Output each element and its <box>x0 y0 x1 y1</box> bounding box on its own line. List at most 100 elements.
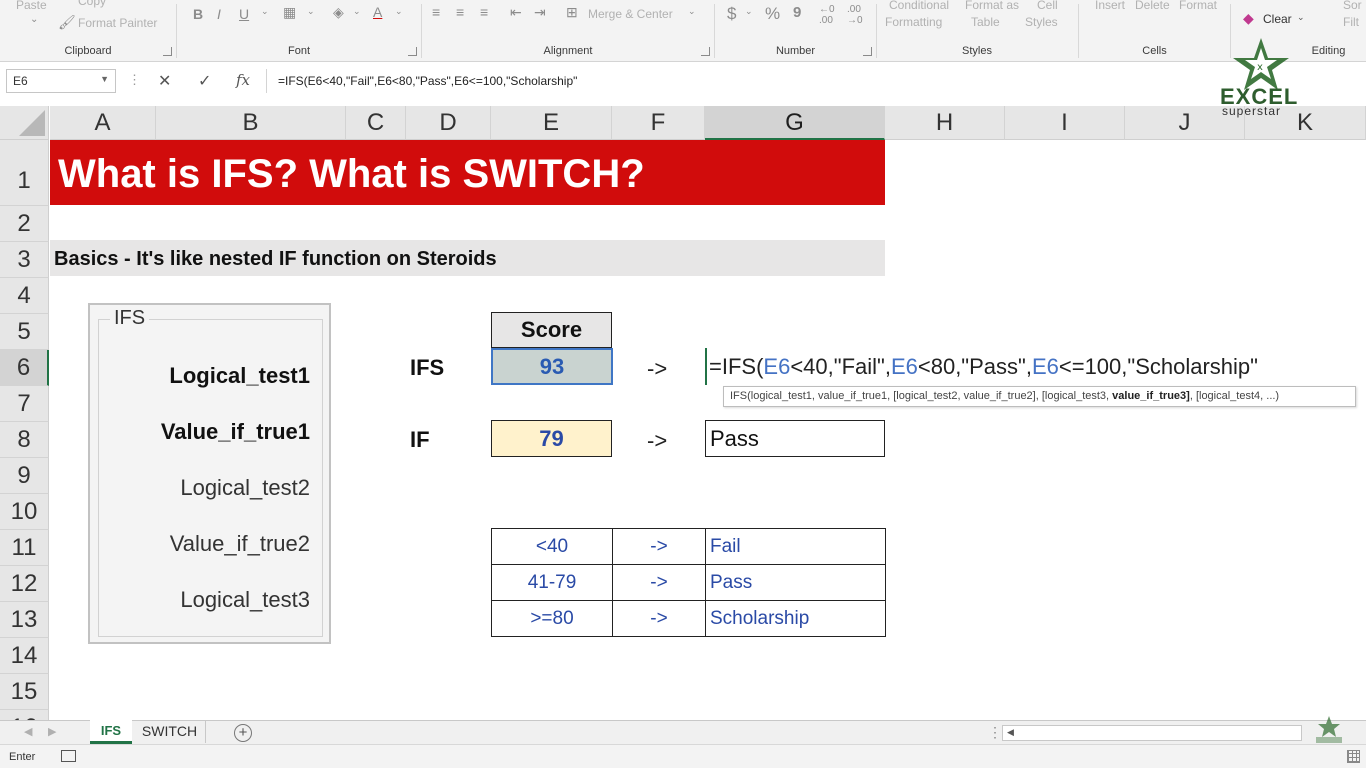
fill-color-icon[interactable]: ◈ <box>333 4 344 21</box>
row-header-13[interactable]: 13 <box>0 602 49 638</box>
clear-dropdown-icon[interactable]: ⌄ <box>1297 12 1305 23</box>
formula-input[interactable]: =IFS(E6<40,"Fail",E6<80,"Pass",E6<=100,"… <box>278 74 577 88</box>
more-options-icon[interactable]: ⋮ <box>128 72 141 88</box>
normal-view-icon[interactable] <box>1347 750 1360 763</box>
currency-dropdown-icon[interactable]: ⌄ <box>745 6 753 17</box>
align-left-icon[interactable]: ≡ <box>432 4 440 20</box>
macro-record-icon[interactable] <box>61 750 76 762</box>
align-right-icon[interactable]: ≡ <box>480 4 488 20</box>
cell-formula-text[interactable]: =IFS(E6<40,"Fail",E6<80,"Pass",E6<=100,"… <box>709 354 1258 380</box>
column-header-c[interactable]: C <box>346 106 406 140</box>
font-color-dropdown-icon[interactable]: ⌄ <box>395 6 403 17</box>
percent-button[interactable]: % <box>765 4 780 24</box>
increase-indent-icon[interactable]: ⇥ <box>534 4 546 21</box>
cancel-icon[interactable]: ✕ <box>158 71 171 91</box>
worksheet-grid[interactable]: A B C D E F G H I J K 1 2 3 4 5 6 7 8 9 … <box>0 106 1366 720</box>
rule-result[interactable]: Fail <box>705 528 886 565</box>
name-box[interactable]: E6 ▼ <box>6 69 116 93</box>
row-header-11[interactable]: 11 <box>0 530 49 566</box>
column-header-a[interactable]: A <box>50 106 156 140</box>
delete-button[interactable]: Delete <box>1135 0 1170 12</box>
row-header-3[interactable]: 3 <box>0 242 49 278</box>
scrollbar-thumb[interactable] <box>1021 728 1299 738</box>
row-header-6[interactable]: 6 <box>0 350 49 386</box>
cell-text: Cell <box>1037 0 1058 12</box>
row-header-1[interactable]: 1 <box>0 140 49 206</box>
tab-ifs[interactable]: IFS <box>90 720 132 744</box>
format-painter-button[interactable]: Format Painter <box>78 16 157 30</box>
row-header-9[interactable]: 9 <box>0 458 49 494</box>
clipboard-launcher-icon[interactable] <box>163 47 172 56</box>
add-sheet-icon[interactable]: + <box>234 724 252 742</box>
column-header-e[interactable]: E <box>491 106 612 140</box>
enter-icon[interactable]: ✓ <box>198 71 211 91</box>
copy-button[interactable]: Copy <box>78 0 106 8</box>
select-all-button[interactable] <box>0 106 49 140</box>
rule-result[interactable]: Pass <box>705 564 886 601</box>
fill-dropdown-icon[interactable]: ⌄ <box>353 6 361 17</box>
insert-function-icon[interactable]: fx <box>236 71 250 89</box>
font-color-icon[interactable]: A <box>373 4 382 20</box>
column-header-g[interactable]: G <box>705 106 885 140</box>
align-center-icon[interactable]: ≡ <box>456 4 464 20</box>
scroll-tabs-right-icon[interactable]: ▶ <box>48 725 56 738</box>
scroll-tabs-left-icon[interactable]: ◀ <box>24 725 32 738</box>
number-launcher-icon[interactable] <box>863 47 872 56</box>
decrease-indent-icon[interactable]: ⇤ <box>510 4 522 21</box>
row-header-5[interactable]: 5 <box>0 314 49 350</box>
sort-button[interactable]: Sor <box>1343 0 1362 12</box>
result-cell-g8[interactable]: Pass <box>705 420 885 457</box>
underline-button[interactable]: U <box>239 6 249 22</box>
merge-center-button[interactable]: Merge & Center <box>588 7 673 21</box>
paste-button[interactable]: Paste <box>16 0 47 12</box>
column-header-i[interactable]: I <box>1005 106 1125 140</box>
score-cell-e8[interactable]: 79 <box>491 420 612 457</box>
function-tooltip[interactable]: IFS(logical_test1, value_if_true1, [logi… <box>723 386 1356 407</box>
decrease-decimal-icon[interactable]: .00 →0 <box>847 4 863 26</box>
italic-button[interactable]: I <box>217 6 221 22</box>
increase-decimal-icon[interactable]: ←0.00 <box>819 4 835 26</box>
clear-button[interactable]: Clear <box>1263 12 1292 26</box>
row-header-15[interactable]: 15 <box>0 674 49 710</box>
row-header-2[interactable]: 2 <box>0 206 49 242</box>
rule-range[interactable]: >=80 <box>491 600 613 637</box>
borders-icon[interactable]: ▦ <box>283 4 296 21</box>
rule-arrow[interactable]: -> <box>612 528 706 565</box>
merge-center-icon[interactable]: ⊞ <box>566 4 578 21</box>
row-header-12[interactable]: 12 <box>0 566 49 602</box>
score-cell-e6[interactable]: 93 <box>491 348 613 385</box>
column-header-f[interactable]: F <box>612 106 705 140</box>
tab-switch[interactable]: SWITCH <box>134 721 206 743</box>
insert-button[interactable]: Insert <box>1095 0 1125 12</box>
scroll-left-icon[interactable]: ◀ <box>1007 727 1014 738</box>
chevron-down-icon[interactable]: ▼ <box>100 74 109 84</box>
format-button[interactable]: Format <box>1179 0 1217 12</box>
status-bar: Enter <box>0 744 1366 768</box>
rule-range[interactable]: 41-79 <box>491 564 613 601</box>
rule-result[interactable]: Scholarship <box>705 600 886 637</box>
more-options-icon[interactable]: ⋮ <box>988 724 1002 741</box>
column-header-b[interactable]: B <box>156 106 346 140</box>
currency-button[interactable]: $ <box>727 4 736 24</box>
bold-button[interactable]: B <box>193 6 203 22</box>
filter-button[interactable]: Filt <box>1343 15 1359 29</box>
alignment-launcher-icon[interactable] <box>701 47 710 56</box>
rule-arrow[interactable]: -> <box>612 564 706 601</box>
horizontal-scrollbar[interactable]: ◀ <box>1002 725 1302 741</box>
row-header-7[interactable]: 7 <box>0 386 49 422</box>
underline-dropdown-icon[interactable]: ⌄ <box>261 6 269 17</box>
rule-range[interactable]: <40 <box>491 528 613 565</box>
borders-dropdown-icon[interactable]: ⌄ <box>307 6 315 17</box>
comma-style-button[interactable]: 9 <box>793 4 801 21</box>
merge-dropdown-icon[interactable]: ⌄ <box>688 6 696 17</box>
font-launcher-icon[interactable] <box>408 47 417 56</box>
column-header-d[interactable]: D <box>406 106 491 140</box>
column-header-h[interactable]: H <box>885 106 1005 140</box>
score-header-cell[interactable]: Score <box>491 312 612 348</box>
rule-arrow[interactable]: -> <box>612 600 706 637</box>
row-header-10[interactable]: 10 <box>0 494 49 530</box>
row-header-8[interactable]: 8 <box>0 422 49 458</box>
row-header-4[interactable]: 4 <box>0 278 49 314</box>
row-header-14[interactable]: 14 <box>0 638 49 674</box>
row-header-16[interactable]: 16 <box>0 710 49 720</box>
